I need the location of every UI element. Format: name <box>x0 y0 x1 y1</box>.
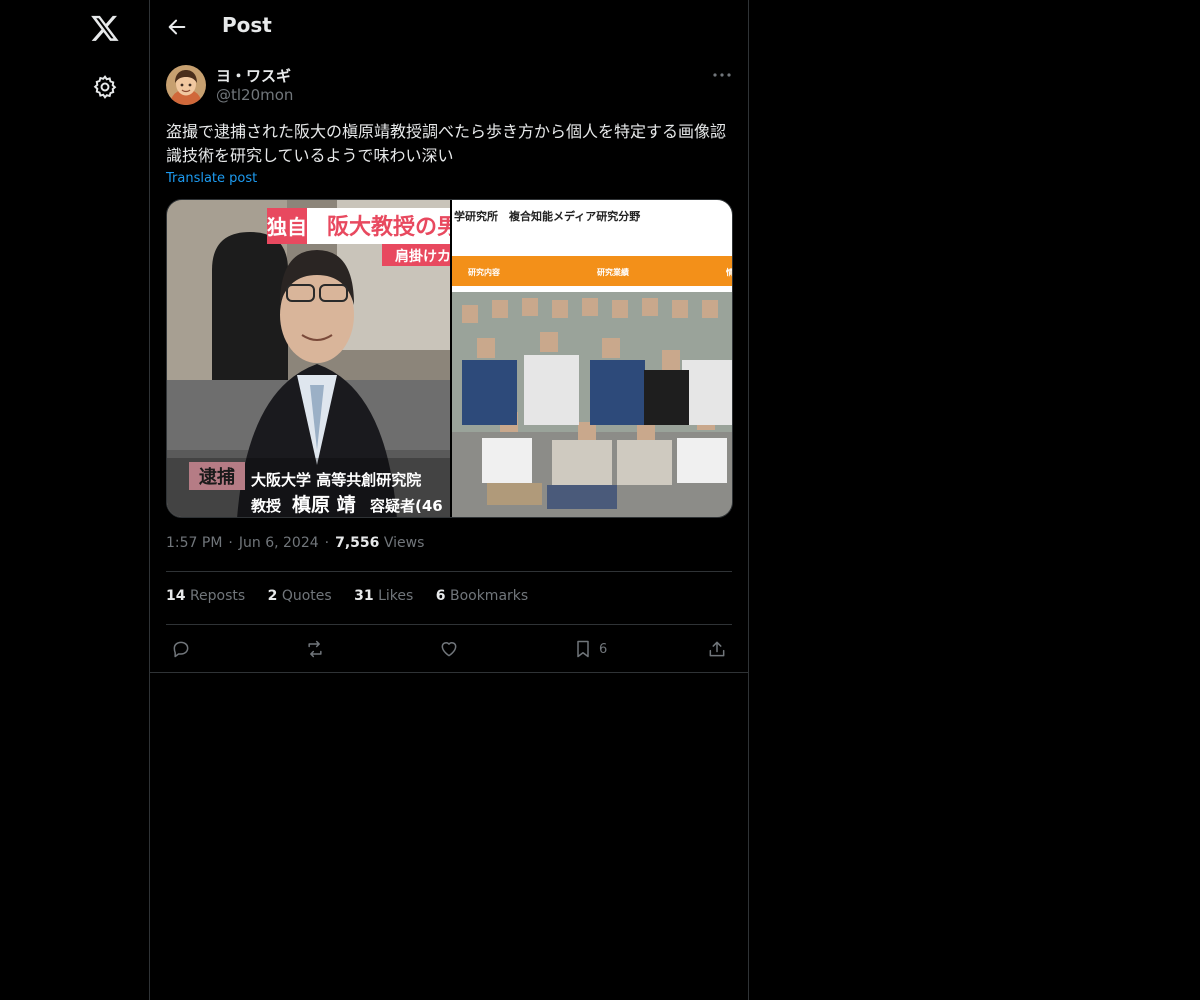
reply-icon[interactable] <box>171 636 195 662</box>
author-display-name[interactable]: ヨ・ワスギ <box>216 65 291 86</box>
repost-icon[interactable] <box>305 636 329 662</box>
lab-page-header: 学研究所 複合知能メディア研究分野 <box>454 209 640 223</box>
post-actions: 6 <box>150 636 748 662</box>
share-icon[interactable] <box>707 636 731 662</box>
heart-icon[interactable] <box>439 636 463 662</box>
post-stats: 14 Reposts 2 Quotes 31 Likes 6 Bookmarks <box>166 588 546 604</box>
translate-post-link[interactable]: Translate post <box>166 171 257 186</box>
views-count: 7,556 <box>335 535 380 551</box>
badge-exclusive: 独自 <box>267 215 307 239</box>
divider <box>150 672 748 673</box>
lab-group-photo-image[interactable]: 学研究所 複合知能メディア研究分野 研究内容 研究業績 情 <box>452 200 733 517</box>
lab-tab-research: 研究内容 <box>468 267 500 277</box>
post-meta: 1:57 PM · Jun 6, 2024 · 7,556 Views <box>166 535 425 551</box>
views-label: Views <box>383 535 425 551</box>
caption-title: 教授 <box>250 497 282 515</box>
caption-name: 槙原 靖 <box>292 493 356 516</box>
page-title: Post <box>222 13 272 37</box>
avatar[interactable] <box>166 65 206 105</box>
bookmark-count: 6 <box>599 641 608 657</box>
stat-likes[interactable]: 31 Likes <box>354 588 413 604</box>
badge-arrest: 逮捕 <box>199 466 235 488</box>
divider <box>166 571 732 572</box>
stat-reposts[interactable]: 14 Reposts <box>166 588 245 604</box>
post-media[interactable]: 独自 阪大教授の男 肩掛けカ 逮捕 大阪大学 高等共創研究院 教授 槙原 靖 容… <box>166 199 733 518</box>
bookmark-icon <box>577 640 589 658</box>
post-text: 盗撮で逮捕された阪大の槇原靖教授調べたら歩き方から個人を特定する画像認識技術を研… <box>166 122 727 165</box>
header-bar: Post <box>150 0 748 54</box>
news-photo-image[interactable]: 独自 阪大教授の男 肩掛けカ 逮捕 大阪大学 高等共創研究院 教授 槙原 靖 容… <box>167 200 459 517</box>
post-time[interactable]: 1:57 PM <box>166 535 222 551</box>
stat-quotes[interactable]: 2 Quotes <box>268 588 332 604</box>
sub-headline: 肩掛けカ <box>395 248 450 265</box>
post-date[interactable]: Jun 6, 2024 <box>239 535 319 551</box>
left-nav <box>0 0 150 1000</box>
caption-suffix: 容疑者(46 <box>369 497 443 515</box>
bookmark-button[interactable]: 6 <box>573 636 613 662</box>
post-column: Post ヨ・ワスギ @tl20mon 盗撮で逮捕された阪大の槇原靖教授調べたら… <box>149 0 749 1000</box>
gear-icon[interactable] <box>92 74 118 100</box>
more-options-icon[interactable] <box>712 66 732 84</box>
lab-tab-info: 情 <box>725 267 733 277</box>
headline: 阪大教授の男 <box>327 214 450 240</box>
lab-tab-publications: 研究業績 <box>597 267 629 277</box>
arrow-left-icon[interactable] <box>166 16 188 38</box>
divider <box>166 624 732 625</box>
caption-line-1: 大阪大学 高等共創研究院 <box>251 471 421 489</box>
x-logo-icon[interactable] <box>90 13 120 43</box>
author-handle[interactable]: @tl20mon <box>216 86 293 104</box>
stat-bookmarks[interactable]: 6 Bookmarks <box>436 588 528 604</box>
